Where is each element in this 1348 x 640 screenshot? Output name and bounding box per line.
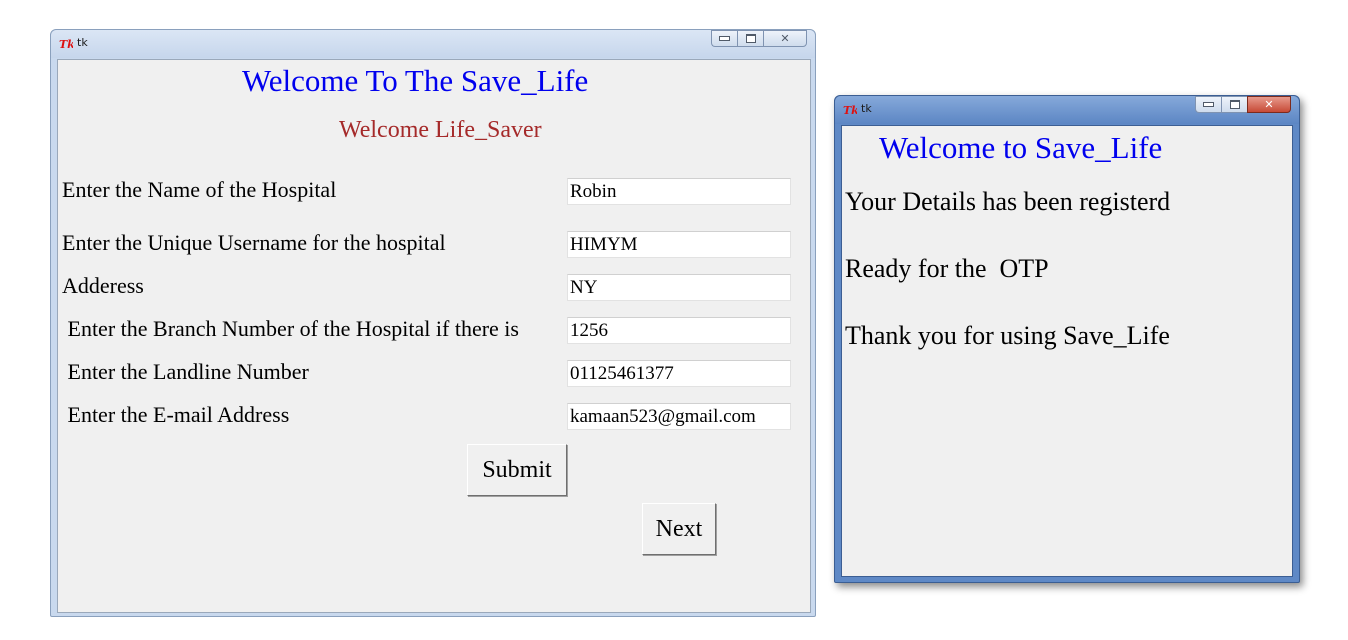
title-bar[interactable]: Tk tk ✕ bbox=[835, 96, 1299, 124]
subtitle: Welcome Life_Saver bbox=[339, 117, 542, 143]
close-icon: ✕ bbox=[1264, 98, 1274, 111]
close-button[interactable]: ✕ bbox=[1247, 96, 1291, 113]
svg-text:Tk: Tk bbox=[59, 38, 73, 50]
next-button[interactable]: Next bbox=[642, 503, 716, 555]
address-label: Adderess bbox=[62, 273, 144, 298]
minimize-icon bbox=[719, 36, 730, 41]
minimize-icon bbox=[1203, 102, 1214, 107]
branch-number-field[interactable] bbox=[567, 317, 791, 344]
maximize-button[interactable] bbox=[1221, 96, 1247, 113]
branch-number-label: Enter the Branch Number of the Hospital … bbox=[62, 316, 519, 341]
page-title: Welcome To The Save_Life bbox=[242, 63, 589, 98]
maximize-icon bbox=[745, 34, 756, 43]
username-label: Enter the Unique Username for the hospit… bbox=[62, 230, 446, 255]
page-title: Welcome to Save_Life bbox=[879, 130, 1163, 165]
email-field[interactable] bbox=[567, 403, 791, 430]
email-label: Enter the E-mail Address bbox=[62, 402, 290, 427]
minimize-button[interactable] bbox=[711, 30, 737, 47]
close-button[interactable]: ✕ bbox=[763, 30, 807, 47]
tk-feather-icon: Tk bbox=[59, 38, 73, 50]
confirmation-window: Tk tk ✕ Welcome to Save_Life Your Detail… bbox=[834, 95, 1300, 583]
registered-message: Your Details has been registerd bbox=[845, 187, 1171, 216]
form-client-area: Welcome To The Save_Life Welcome Life_Sa… bbox=[57, 59, 811, 613]
registration-window: Tk tk ✕ Welcome To The Save_Life Welcome… bbox=[50, 29, 816, 617]
hospital-name-field[interactable] bbox=[567, 178, 791, 205]
otp-message: Ready for the OTP bbox=[845, 254, 1049, 283]
window-title: tk bbox=[861, 102, 872, 115]
window-title: tk bbox=[77, 36, 88, 49]
address-field[interactable] bbox=[567, 274, 791, 301]
maximize-icon bbox=[1229, 100, 1240, 109]
tk-feather-icon: Tk bbox=[843, 104, 857, 116]
close-icon: ✕ bbox=[780, 32, 790, 45]
svg-text:Tk: Tk bbox=[843, 104, 857, 116]
title-bar[interactable]: Tk tk ✕ bbox=[51, 30, 815, 58]
submit-button[interactable]: Submit bbox=[467, 444, 567, 496]
maximize-button[interactable] bbox=[737, 30, 763, 47]
landline-label: Enter the Landline Number bbox=[62, 359, 309, 384]
minimize-button[interactable] bbox=[1195, 96, 1221, 113]
landline-field[interactable] bbox=[567, 360, 791, 387]
thank-you-message: Thank you for using Save_Life bbox=[845, 321, 1170, 350]
confirmation-client-area: Welcome to Save_Life Your Details has be… bbox=[841, 125, 1293, 577]
username-field[interactable] bbox=[567, 231, 791, 258]
hospital-name-label: Enter the Name of the Hospital bbox=[62, 177, 337, 202]
